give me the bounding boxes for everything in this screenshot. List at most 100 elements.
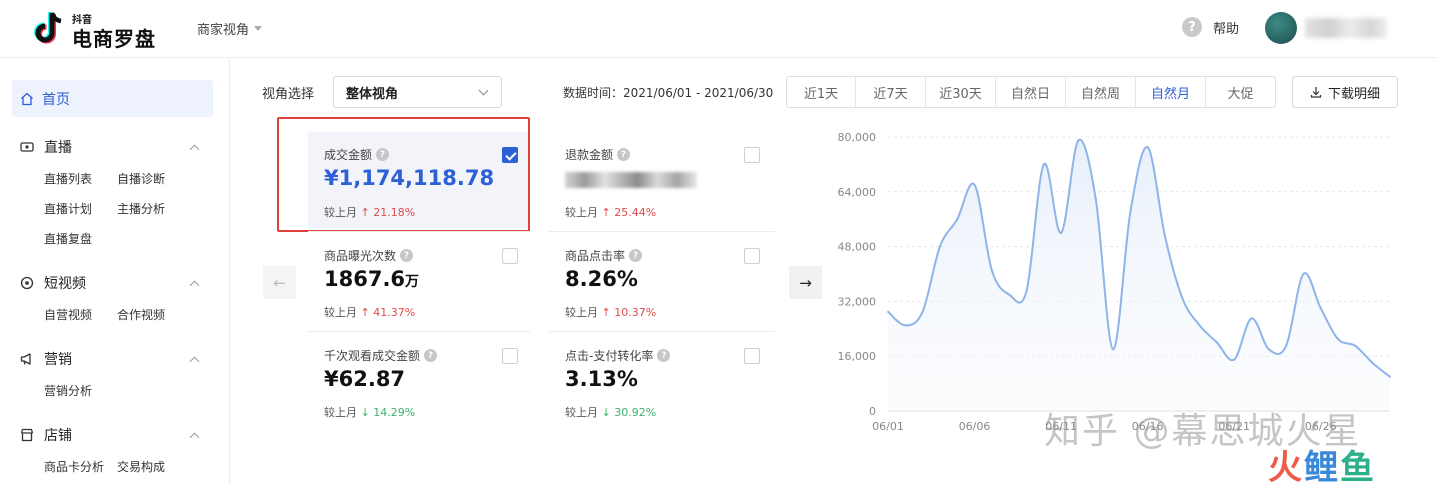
metric-value: ¥62.87 xyxy=(324,367,406,391)
y-tick-label: 32,000 xyxy=(838,295,877,308)
x-tick-label: 06/01 xyxy=(872,420,904,433)
store-icon xyxy=(20,428,34,442)
metric-value-blurred xyxy=(565,172,697,188)
tab-last-30-days[interactable]: 近30天 xyxy=(926,77,996,107)
y-tick-label: 64,000 xyxy=(838,186,877,199)
download-label: 下载明细 xyxy=(1327,86,1380,102)
sidebar-item-partner-video[interactable]: 合作视频 xyxy=(117,306,165,323)
live-icon xyxy=(20,142,34,152)
username-blurred[interactable] xyxy=(1305,18,1387,38)
y-tick-label: 0 xyxy=(869,405,876,418)
top-header: 抖音 电商罗盘 商家视角 ? 帮助 xyxy=(0,0,1436,58)
metric-card-gpm[interactable]: 千次观看成交金额? ¥62.87 较上月 ↓ 14.29% xyxy=(308,332,530,430)
sidebar-item-label: 首页 xyxy=(42,91,70,108)
watermark-logo: 火鲤鱼 xyxy=(1268,448,1376,488)
chart-data-point xyxy=(1025,289,1028,293)
avatar[interactable] xyxy=(1265,12,1297,44)
tab-natural-month[interactable]: 自然月 xyxy=(1136,77,1206,107)
chart-data-point xyxy=(1042,163,1045,166)
chart-data-point xyxy=(1284,344,1288,348)
chart-data-point xyxy=(1215,341,1219,344)
question-icon[interactable]: ? xyxy=(424,349,438,362)
prev-page-button[interactable]: ← xyxy=(263,266,296,299)
tab-promotion[interactable]: 大促 xyxy=(1206,77,1275,107)
y-tick-label: 16,000 xyxy=(838,350,877,363)
app-logo[interactable]: 抖音 电商罗盘 xyxy=(30,9,165,51)
sidebar-item-live-list[interactable]: 直播列表 xyxy=(44,170,92,187)
metric-change: ↓ 30.92% xyxy=(601,406,657,419)
metric-compare: 较上月 ↑ 41.37% xyxy=(324,306,416,319)
metric-card-impressions[interactable]: 商品曝光次数? 1867.6万 较上月 ↑ 41.37% xyxy=(308,232,530,330)
metric-card-refund[interactable]: 退款金额? 较上月 ↑ 25.44% xyxy=(549,132,771,229)
metric-checkbox[interactable] xyxy=(744,348,760,364)
metric-card-conversion[interactable]: 点击-支付转化率? 3.13% 较上月 ↓ 30.92% xyxy=(549,332,771,430)
view-select[interactable]: 整体视角 xyxy=(333,76,502,108)
sidebar-group-label: 短视频 xyxy=(44,276,86,292)
sidebar-group-marketing[interactable]: 营销 xyxy=(20,349,200,369)
chart-data-point xyxy=(1059,231,1063,235)
y-tick-label: 80,000 xyxy=(838,131,877,144)
metric-label: 退款金额? xyxy=(565,146,631,163)
arrow-left-icon: ← xyxy=(273,273,286,292)
chart-data-point xyxy=(1129,211,1132,214)
sidebar-item-product-card-analysis[interactable]: 商品卡分析 xyxy=(44,458,104,475)
chevron-down-icon xyxy=(478,85,489,96)
chart-data-point xyxy=(1388,375,1392,378)
metric-value: 1867.6万 xyxy=(324,267,420,291)
tab-natural-day[interactable]: 自然日 xyxy=(996,77,1066,107)
sidebar-item-marketing-analysis[interactable]: 营销分析 xyxy=(44,382,92,399)
chart-data-point xyxy=(1181,296,1184,300)
video-icon xyxy=(20,276,34,290)
tab-last-7-days[interactable]: 近7天 xyxy=(856,77,926,107)
question-icon[interactable]: ? xyxy=(629,249,643,262)
next-page-button[interactable]: → xyxy=(789,266,822,299)
question-icon[interactable]: ? xyxy=(657,349,671,362)
sidebar-item-self-diagnosis[interactable]: 自播诊断 xyxy=(117,170,165,187)
shop-view-dropdown[interactable]: 商家视角 xyxy=(197,19,263,38)
help-link[interactable]: ? 帮助 xyxy=(1182,17,1239,37)
chart-data-point xyxy=(886,310,890,313)
metric-label: 千次观看成交金额? xyxy=(324,347,438,364)
sidebar-item-anchor-analysis[interactable]: 主播分析 xyxy=(117,200,165,217)
megaphone-icon xyxy=(20,353,31,365)
chart-data-point xyxy=(1302,272,1305,276)
sidebar: 首页 直播 直播列表 自播诊断 直播计划 主播分析 直播复盘 短视频 自营视频 … xyxy=(0,59,230,484)
metric-checkbox[interactable] xyxy=(744,147,760,163)
sidebar-item-live-review[interactable]: 直播复盘 xyxy=(44,230,92,247)
chart-data-point xyxy=(956,218,959,221)
question-icon: ? xyxy=(1182,17,1202,37)
sidebar-group-live[interactable]: 直播 xyxy=(20,137,200,157)
chevron-up-icon xyxy=(189,280,200,290)
metric-checkbox[interactable] xyxy=(502,248,518,264)
chevron-up-icon xyxy=(189,432,200,442)
tab-natural-week[interactable]: 自然周 xyxy=(1066,77,1136,107)
metric-change: ↑ 10.37% xyxy=(601,306,657,319)
question-icon[interactable]: ? xyxy=(400,249,414,262)
sidebar-item-transaction-composition[interactable]: 交易构成 xyxy=(117,458,165,475)
shop-view-label: 商家视角 xyxy=(197,23,250,38)
sidebar-group-short-video[interactable]: 短视频 xyxy=(20,273,200,293)
metric-checkbox[interactable] xyxy=(744,248,760,264)
sidebar-item-home[interactable]: 首页 xyxy=(12,80,213,117)
metric-checkbox[interactable] xyxy=(502,348,518,364)
download-details-button[interactable]: 下载明细 xyxy=(1292,76,1398,108)
sidebar-group-store[interactable]: 店铺 xyxy=(20,425,200,445)
caret-down-icon xyxy=(254,26,263,31)
metric-compare: 较上月 ↓ 14.29% xyxy=(324,406,416,419)
sidebar-group-label: 直播 xyxy=(44,140,72,156)
sidebar-item-own-video[interactable]: 自营视频 xyxy=(44,306,92,323)
metric-change: ↓ 14.29% xyxy=(360,406,416,419)
x-tick-label: 06/06 xyxy=(959,420,991,433)
sidebar-item-live-plan[interactable]: 直播计划 xyxy=(44,200,92,217)
metric-card-ctr[interactable]: 商品点击率? 8.26% 较上月 ↑ 10.37% xyxy=(549,232,771,330)
chart-area-fill xyxy=(888,139,1390,411)
y-tick-label: 48,000 xyxy=(838,241,877,254)
tab-last-1-day[interactable]: 近1天 xyxy=(787,77,856,107)
chart-data-point xyxy=(1371,361,1374,365)
chart-data-point xyxy=(1198,324,1201,327)
question-icon[interactable]: ? xyxy=(617,148,631,161)
chart-data-point xyxy=(1354,344,1357,348)
chart-data-point xyxy=(1094,197,1097,200)
metric-label: 点击-支付转化率? xyxy=(565,347,671,364)
chart-data-point xyxy=(921,310,924,313)
